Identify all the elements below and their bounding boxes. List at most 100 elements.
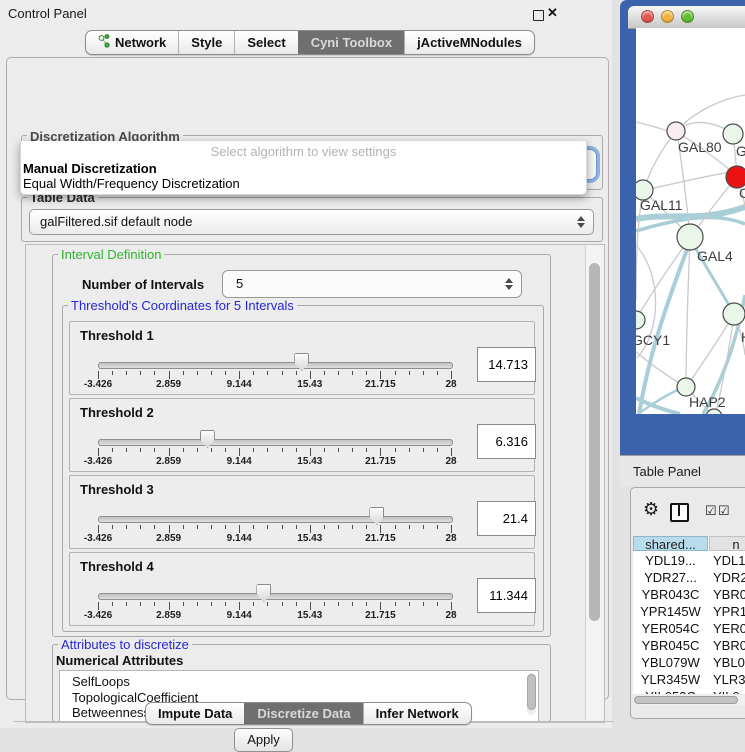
network-canvas[interactable]: GAL80GACGAL11GAL4GCY1HHAP2 (636, 28, 745, 414)
tab-style[interactable]: Style (178, 31, 234, 54)
node-table[interactable]: shared...nYDL19...YDL1YDR27...YDR2YBR043… (633, 536, 745, 694)
table-row[interactable]: YPR145WYPR1 (633, 603, 745, 620)
tick-label: 9.144 (217, 379, 261, 390)
minimize-traffic-light[interactable] (661, 10, 674, 23)
tick-mark (451, 525, 452, 533)
close-traffic-light[interactable] (641, 10, 654, 23)
tick-mark (253, 371, 254, 375)
tick-label: 2.859 (147, 610, 191, 621)
threshold-value-field[interactable]: 6.316 (477, 424, 536, 459)
threshold-value-field[interactable]: 21.4 (477, 501, 536, 536)
tab-discretize-data[interactable]: Discretize Data (244, 703, 362, 724)
network-node[interactable] (723, 303, 745, 325)
tick-mark (451, 371, 452, 379)
table-hscrollbar-thumb[interactable] (634, 696, 738, 704)
tick-mark (324, 602, 325, 606)
table-row[interactable]: YLR345WYLR3 (633, 671, 745, 688)
tick-mark (112, 602, 113, 606)
checkbox-icon[interactable]: ☑ (718, 503, 730, 519)
table-row[interactable]: YDL19...YDL1 (633, 552, 745, 569)
threshold-slider-track[interactable] (98, 516, 453, 523)
column-header-shared-name[interactable]: shared... (633, 536, 708, 551)
apply-button[interactable]: Apply (234, 728, 293, 752)
tick-mark (183, 371, 184, 375)
panel-scrollbar-thumb[interactable] (589, 263, 600, 621)
threshold-value-field[interactable]: 11.344 (477, 578, 536, 613)
tick-mark (98, 448, 99, 456)
tick-mark (409, 525, 410, 529)
tick-label: 28 (429, 533, 473, 544)
cell-shared-name: YBR045C (633, 637, 708, 654)
tab-label: Select (247, 35, 285, 50)
tick-mark (423, 448, 424, 452)
tick-mark (211, 448, 212, 452)
threshold-value-field[interactable]: 14.713 (477, 347, 536, 382)
cell-name: YBR0 (713, 586, 745, 603)
threshold-slider-track[interactable] (98, 439, 453, 446)
numerical-attributes-label: Numerical Attributes (56, 653, 183, 668)
table-row[interactable]: YER054CYER0 (633, 620, 745, 637)
tab-select[interactable]: Select (234, 31, 297, 54)
close-icon[interactable]: ✕ (547, 5, 558, 21)
tick-mark (183, 525, 184, 529)
checkbox-icon[interactable]: ☑ (705, 503, 717, 519)
network-node[interactable] (677, 224, 703, 250)
network-node-label: C (739, 185, 745, 201)
tick-mark (437, 602, 438, 606)
algorithm-option-equal-width[interactable]: Equal Width/Frequency Discretization (23, 176, 240, 191)
attributes-scrollbar-thumb[interactable] (527, 674, 536, 710)
network-node-label: GA (736, 143, 745, 159)
attributes-group-label: Attributes to discretize (58, 637, 192, 652)
tab-impute-data[interactable]: Impute Data (146, 703, 244, 724)
tick-mark (169, 448, 170, 456)
split-columns-icon[interactable] (670, 503, 689, 522)
tick-mark (451, 448, 452, 456)
table-row[interactable]: YBL079WYBL0 (633, 654, 745, 671)
cell-name: YDL1 (713, 552, 745, 569)
network-view-window[interactable]: GAL80GACGAL11GAL4GCY1HHAP2 (620, 0, 745, 455)
network-window-titlebar[interactable] (628, 6, 745, 29)
float-window-icon[interactable] (533, 10, 544, 21)
attribute-list-item[interactable]: SelfLoops (60, 671, 538, 690)
network-node-label: GAL11 (640, 197, 683, 213)
gear-icon[interactable]: ⚙ (643, 499, 659, 520)
number-of-intervals-value: 5 (236, 271, 243, 297)
zoom-traffic-light[interactable] (681, 10, 694, 23)
tab-cyni-toolbox[interactable]: Cyni Toolbox (298, 31, 404, 54)
tab-label: jActiveMNodules (417, 35, 522, 50)
tab-infer-network[interactable]: Infer Network (363, 703, 471, 724)
tick-mark (197, 371, 198, 375)
thresholds-group-label: Threshold's Coordinates for 5 Intervals (68, 298, 297, 313)
tick-label: 28 (429, 610, 473, 621)
network-node[interactable] (636, 311, 645, 329)
table-row[interactable]: YBR043CYBR0 (633, 586, 745, 603)
tick-mark (409, 602, 410, 606)
threshold-slider-track[interactable] (98, 362, 453, 369)
network-node[interactable] (667, 122, 685, 140)
control-panel-tabbar: NetworkStyle Select Cyni Toolbox jActiveMNo… (85, 30, 535, 55)
algorithm-option-manual[interactable]: Manual Discretization (23, 161, 157, 176)
tick-mark (380, 525, 381, 533)
table-panel-title: Table Panel (633, 464, 701, 479)
tab-label: Discretize Data (257, 706, 350, 721)
tab-jactivemnodules[interactable]: jActiveMNodules (404, 31, 534, 54)
table-row[interactable]: YDR27...YDR2 (633, 569, 745, 586)
threshold-value-text: 6.316 (478, 425, 535, 458)
network-node[interactable] (723, 124, 743, 144)
cell-shared-name: YDR27... (633, 569, 708, 586)
number-of-intervals-spinner[interactable]: 5 (222, 270, 522, 298)
tick-mark (282, 448, 283, 452)
network-node-label: GAL80 (678, 139, 722, 155)
column-header-name[interactable]: n (709, 536, 745, 551)
tick-mark (239, 525, 240, 533)
tick-mark (239, 602, 240, 610)
tick-mark (267, 371, 268, 375)
table-row[interactable]: YIL052CYIL0 (633, 688, 745, 694)
threshold-slider-track[interactable] (98, 593, 453, 600)
table-data-combobox[interactable]: galFiltered.sif default node (29, 209, 594, 235)
threshold-row: Threshold 3-3.4262.8599.14415.4321.71528… (69, 475, 535, 549)
algorithm-placeholder: Select algorithm to view settings (21, 144, 586, 159)
table-row[interactable]: YBR045CYBR0 (633, 637, 745, 654)
table-panel-titlebar: Table Panel (620, 455, 745, 487)
tab-network[interactable]: Network (86, 31, 178, 54)
